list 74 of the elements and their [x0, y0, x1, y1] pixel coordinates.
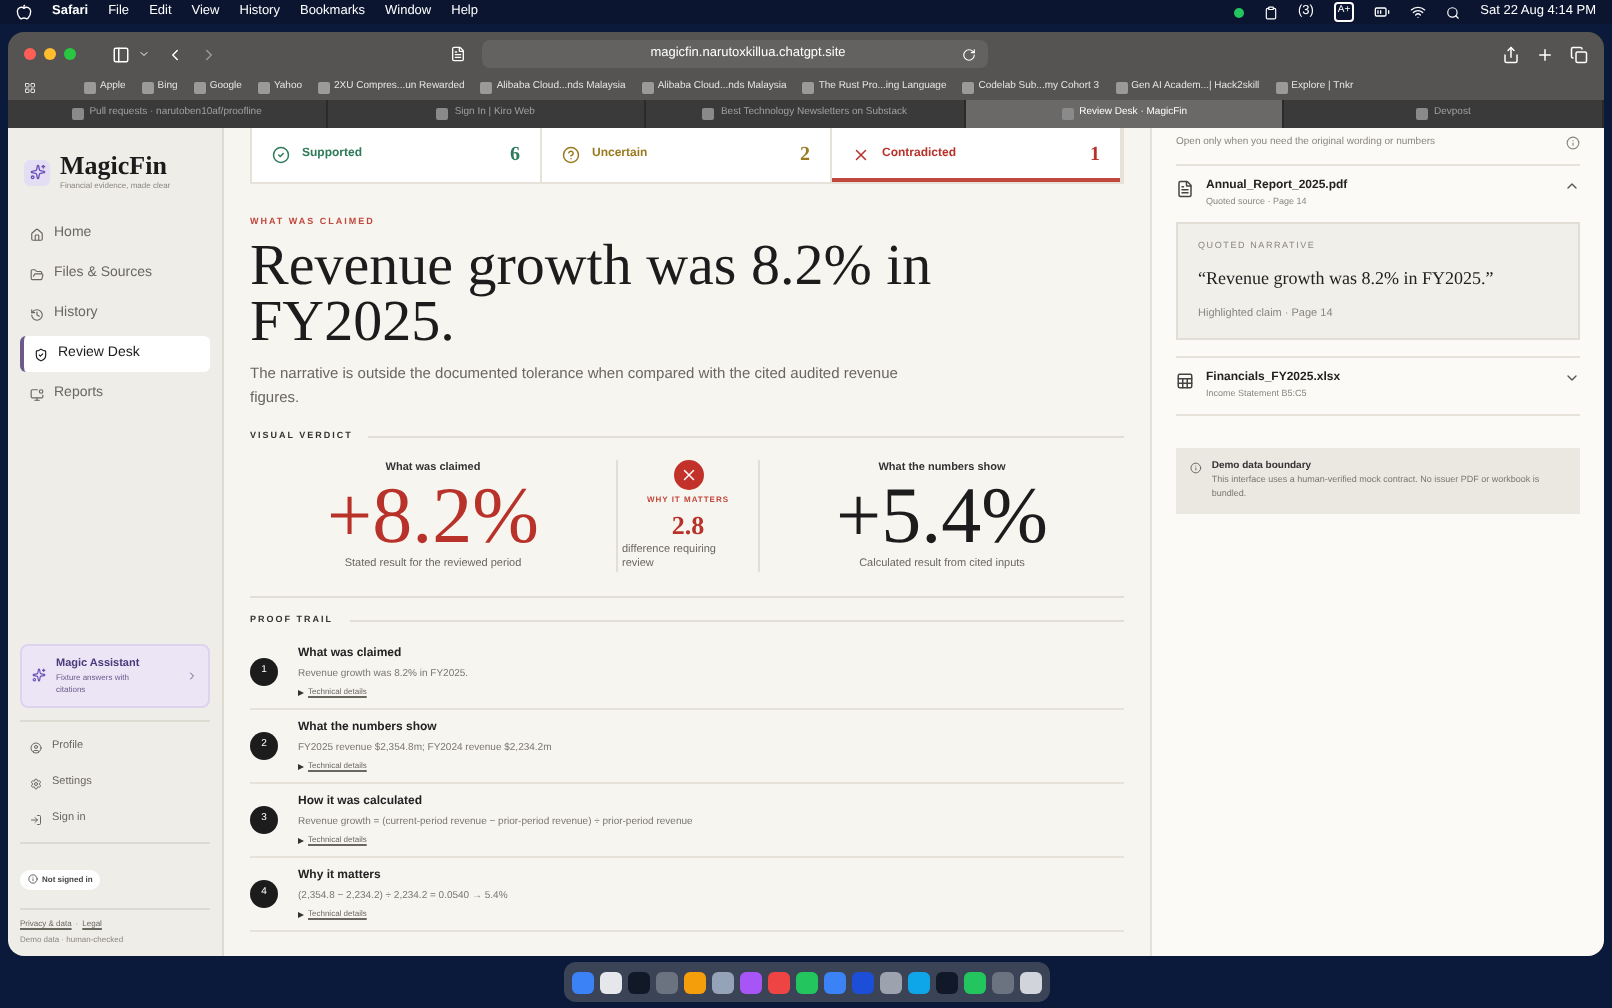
error-icon [673, 459, 703, 489]
favicon-icon [1275, 82, 1288, 94]
favicon-icon [1416, 108, 1428, 120]
tabs-overview-icon[interactable] [1570, 45, 1588, 63]
disclosure-triangle-icon[interactable] [298, 911, 304, 917]
reports-icon [30, 387, 44, 401]
grid-icon[interactable] [24, 82, 36, 94]
chevron-right-icon [186, 669, 198, 682]
sidebar-icon[interactable] [112, 45, 130, 63]
favicon-icon [318, 82, 331, 94]
app-icon[interactable] [907, 971, 929, 993]
info-icon [1190, 461, 1202, 473]
logo-icon [24, 159, 50, 185]
app-icon[interactable] [963, 971, 985, 993]
favicon-icon [436, 108, 449, 120]
favicon-icon [1061, 108, 1074, 120]
history-icon [30, 307, 44, 321]
favicon-icon [702, 108, 715, 120]
app-icon[interactable] [1019, 971, 1041, 993]
verdict-count: 2 [800, 142, 810, 170]
files-icon [30, 267, 44, 281]
home-icon [30, 227, 44, 241]
quote-text: “Revenue growth was 8.2% in FY2025.” [1198, 266, 1496, 292]
favicon-icon [193, 82, 206, 94]
sparkles-icon [32, 668, 46, 683]
favicon-icon [480, 82, 493, 94]
page-icon[interactable] [450, 46, 466, 62]
share-icon[interactable] [1502, 45, 1520, 63]
chevron-down-icon[interactable] [138, 48, 150, 60]
favicon-icon [802, 82, 815, 94]
claimed-value: +8.2% [327, 475, 539, 556]
favicon-icon [641, 82, 654, 94]
favicon-icon [84, 82, 96, 94]
document-icon [1176, 179, 1194, 197]
uncertain-icon [562, 146, 580, 164]
supported-icon [272, 146, 290, 164]
apple-icon[interactable] [16, 4, 32, 20]
review-icon [34, 347, 48, 361]
brand-name: MagicFin [60, 152, 169, 180]
favicon-icon [141, 82, 154, 94]
verdict-count: 1 [1090, 142, 1100, 170]
new-tab-icon[interactable] [1536, 45, 1554, 63]
claim-headline: Revenue growth was 8.2% in FY2025. [250, 237, 934, 350]
actual-value: +5.4% [836, 475, 1048, 556]
clipboard-icon[interactable] [1263, 5, 1278, 19]
disclosure-triangle-icon[interactable] [298, 689, 304, 695]
battery-icon[interactable] [1374, 4, 1391, 20]
favicon-icon [1115, 82, 1128, 94]
contradicted-icon [852, 146, 870, 164]
settings-icon [30, 777, 42, 789]
disclosure-triangle-icon[interactable] [298, 837, 304, 843]
spreadsheet-icon [1176, 371, 1194, 390]
close-icon[interactable] [24, 48, 36, 60]
favicon-icon [71, 108, 84, 120]
disclosure-triangle-icon[interactable] [298, 763, 304, 769]
minimize-icon[interactable] [44, 48, 56, 60]
app-icon[interactable] [795, 971, 817, 993]
maximize-icon[interactable] [64, 48, 76, 60]
info-icon[interactable] [1566, 136, 1580, 151]
wifi-icon[interactable] [1410, 4, 1427, 20]
difference-value: 2.8 [671, 507, 705, 543]
favicon-icon [962, 82, 975, 94]
app-icon[interactable] [879, 971, 901, 993]
signin-icon [30, 813, 42, 825]
favicon-icon [257, 82, 270, 94]
app-icon[interactable] [683, 971, 705, 993]
app-icon[interactable] [711, 971, 733, 993]
profile-icon [30, 741, 42, 753]
search-icon[interactable] [1446, 5, 1461, 19]
verdict-count: 6 [510, 142, 520, 170]
back-icon[interactable] [166, 45, 184, 63]
info-icon [28, 874, 38, 884]
app-icon[interactable] [599, 971, 621, 993]
reload-icon[interactable] [962, 47, 976, 61]
